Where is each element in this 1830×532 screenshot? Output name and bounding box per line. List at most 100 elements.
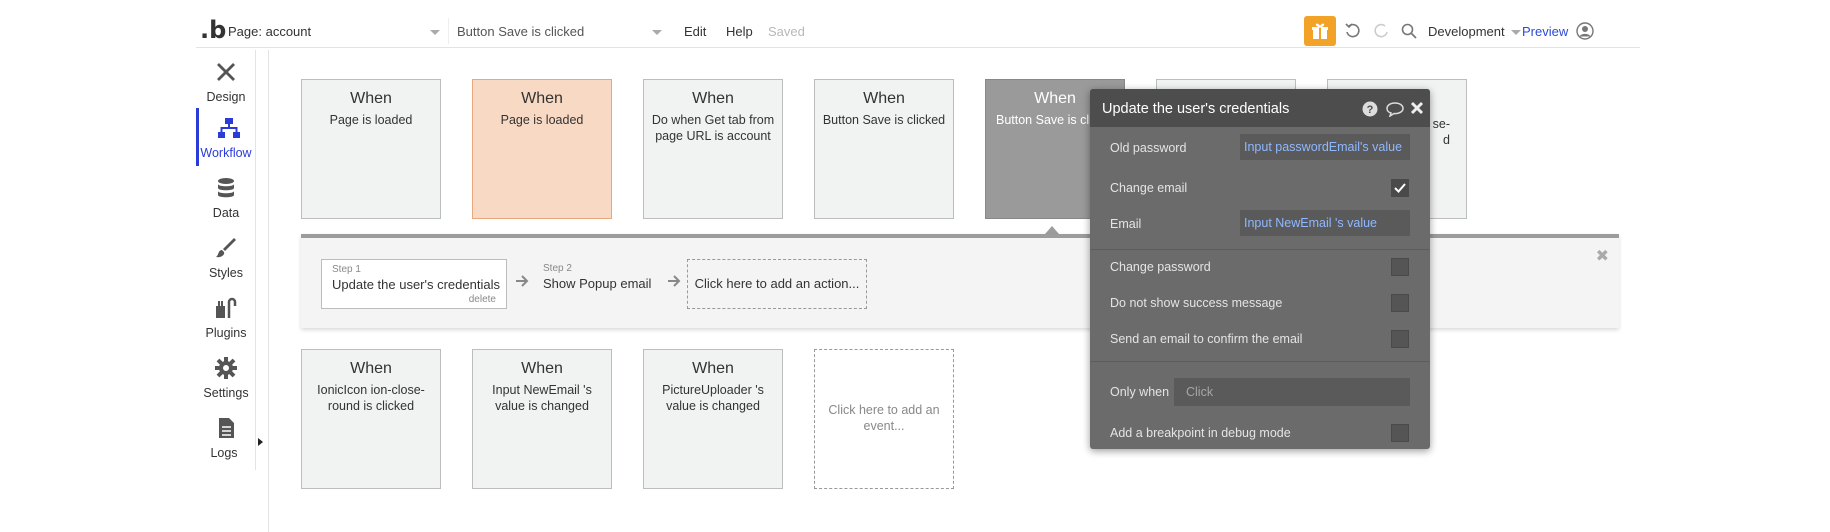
sidebar-item-plugins[interactable]: Plugins [196,288,256,346]
event-desc: IonicIcon ion-close-round is clicked [317,383,425,413]
change-email-checkbox[interactable] [1391,179,1409,197]
editor-header[interactable]: Update the user's credentials ? [1090,89,1430,127]
chevron-down-icon [430,30,440,35]
action-property-editor: Update the user's credentials ? Old pass… [1090,89,1430,449]
gear-icon [215,357,237,379]
action-step-2[interactable]: Step 2 Show Popup email [533,259,653,309]
debug-breakpoint-checkbox[interactable] [1391,424,1409,442]
email-field[interactable]: Input NewEmail 's value [1240,210,1410,236]
event-when: When [350,90,392,107]
sidebar-item-label: Design [206,90,246,104]
design-tools-icon [217,63,235,81]
step-name: Show Popup email [543,276,652,291]
plugin-icon [216,297,237,318]
event-desc: Page is loaded [500,113,584,127]
save-status: Saved [768,24,805,39]
email-label: Email [1110,217,1142,231]
arrow-right-icon [668,275,681,287]
gift-button[interactable] [1304,16,1336,46]
page-select[interactable]: Page: account [220,18,446,44]
undo-icon[interactable] [1344,22,1362,40]
environment-value: Development [1428,24,1505,39]
editor-title: Update the user's credentials [1102,101,1290,117]
event-card[interactable]: When Do when Get tab from page URL is ac… [643,79,783,219]
sidebar-item-settings[interactable]: Settings [196,348,256,406]
sidebar-item-label: Workflow [200,146,252,160]
workflow-icon [218,118,240,138]
top-bar: .b Page: account Button Save is clicked … [196,12,1640,48]
event-when: When [692,90,734,107]
event-desc: Do when Get tab from page URL is account [651,113,775,143]
step-name: Update the user's credentials [332,277,500,292]
gift-icon [1312,23,1328,39]
old-password-field[interactable]: Input passwordEmail's value [1240,134,1410,160]
preview-link[interactable]: Preview [1522,24,1568,39]
action-step-1[interactable]: Step 1 Update the user's credentials del… [321,259,507,309]
event-card[interactable]: When Page is loaded [472,79,612,219]
sidebar-item-styles[interactable]: Styles [196,228,256,286]
sidebar-item-data[interactable]: Data [196,168,256,226]
event-desc: PictureUploader 's value is changed [662,383,764,413]
comment-icon[interactable] [1386,101,1404,117]
debug-breakpoint-label: Add a breakpoint in debug mode [1110,426,1291,440]
sidebar-item-label: Styles [208,266,244,280]
sidebar-item-label: Data [212,206,240,220]
event-card[interactable]: When Input NewEmail 's value is changed [472,349,612,489]
database-icon [218,178,234,198]
svg-text:?: ? [1367,104,1374,116]
event-select-value: Button Save is clicked [457,24,585,39]
search-icon[interactable] [1400,22,1418,40]
sidebar-divider [268,50,269,532]
divider [1090,249,1430,250]
environment-select[interactable]: Development [1428,24,1521,39]
brush-icon [216,238,236,258]
help-icon[interactable]: ? [1362,101,1378,117]
divider [1090,361,1430,362]
no-success-message-label: Do not show success message [1110,296,1283,310]
event-select[interactable]: Button Save is clicked [448,18,668,44]
event-desc: Input NewEmail 's value is changed [492,383,592,413]
change-password-checkbox[interactable] [1391,258,1409,276]
sidebar-item-design[interactable]: Design [196,52,256,110]
redo-icon[interactable] [1372,22,1390,40]
sidebar-item-label: Settings [203,386,249,400]
event-when: When [692,360,734,377]
selection-pointer [1045,226,1059,234]
chevron-down-icon [1510,30,1521,36]
add-event-label: Click here to add an event... [828,403,940,433]
event-card[interactable]: When Page is loaded [301,79,441,219]
add-event-button[interactable]: Click here to add an event... [814,349,954,489]
step-number: Step 1 [332,264,361,275]
arrow-right-icon [516,275,529,287]
no-success-message-checkbox[interactable] [1391,294,1409,312]
sidebar-item-label: Logs [210,446,238,460]
document-icon [219,418,234,438]
only-when-label: Only when [1110,385,1170,399]
close-icon[interactable]: ✖ [1596,246,1609,266]
delete-step-link[interactable]: delete [469,294,496,305]
event-card[interactable]: When IonicIcon ion-close-round is clicke… [301,349,441,489]
sidebar-item-workflow[interactable]: Workflow [196,108,256,166]
checkmark-icon [1394,183,1406,193]
event-card[interactable]: When PictureUploader 's value is changed [643,349,783,489]
event-when: When [863,90,905,107]
menu-help[interactable]: Help [726,24,753,39]
bubble-editor: .b Page: account Button Save is clicked … [0,0,1830,532]
old-password-label: Old password [1110,141,1187,155]
send-confirm-email-checkbox[interactable] [1391,330,1409,348]
close-icon[interactable] [1410,101,1424,115]
sidebar-item-logs[interactable]: Logs [196,408,256,466]
change-email-label: Change email [1110,181,1188,195]
step-number: Step 2 [543,263,572,274]
collapse-arrow-icon[interactable] [258,438,263,446]
sidebar-item-label: Plugins [205,326,247,340]
event-when: When [521,360,563,377]
chevron-down-icon [652,30,662,35]
event-when: When [521,90,563,107]
user-account-icon[interactable] [1576,22,1594,40]
send-confirm-email-label: Send an email to confirm the email [1110,332,1303,346]
menu-edit[interactable]: Edit [684,24,706,39]
only-when-field[interactable]: Click [1174,378,1410,406]
event-card[interactable]: When Button Save is clicked [814,79,954,219]
add-action-button[interactable]: Click here to add an action... [687,259,867,309]
